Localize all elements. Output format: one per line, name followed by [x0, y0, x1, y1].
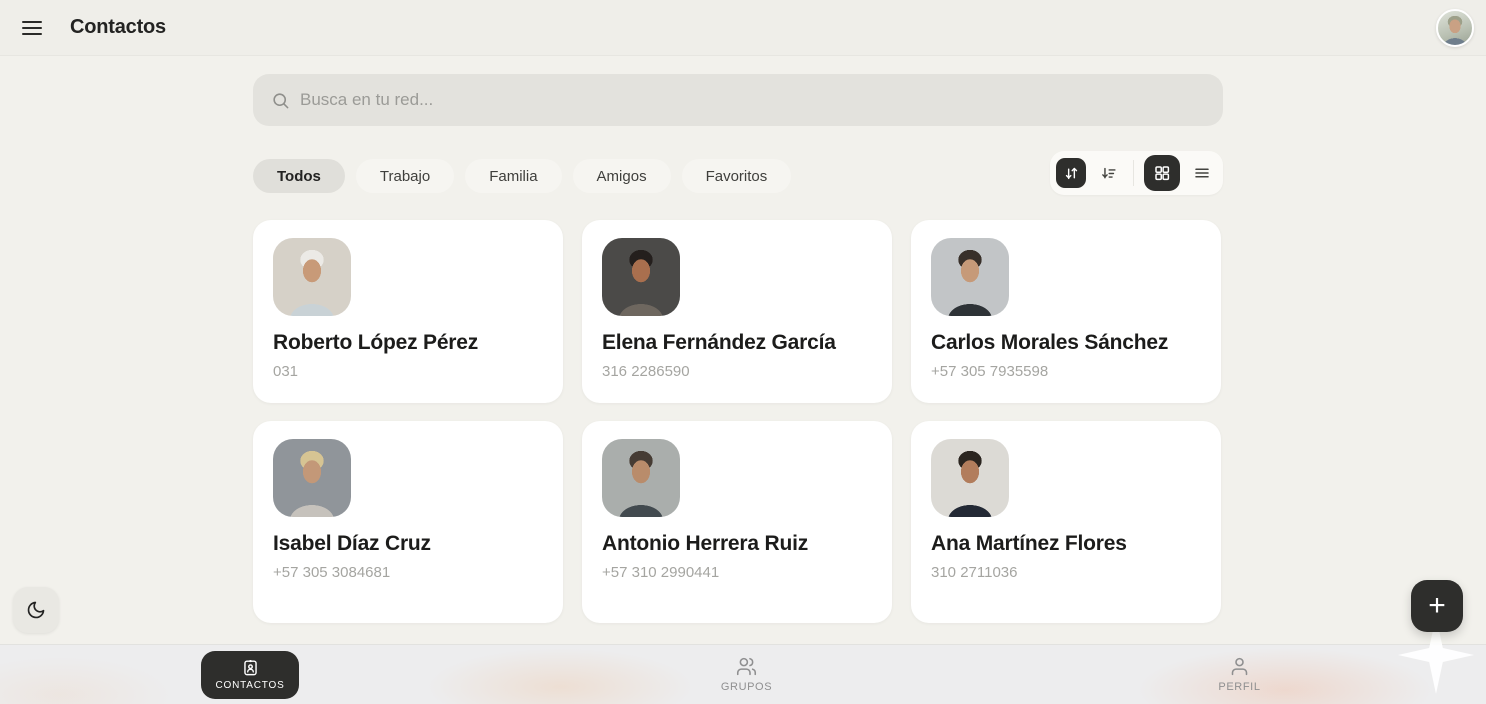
filter-chip-todos[interactable]: Todos [253, 159, 345, 193]
contact-card[interactable]: Ana Martínez Flores 310 2711036 [911, 421, 1221, 623]
moon-icon [26, 600, 46, 620]
contact-photo [602, 238, 680, 316]
page-title: Contactos [70, 16, 166, 39]
contact-card-icon [241, 658, 260, 677]
filter-chip-amigos[interactable]: Amigos [573, 159, 671, 193]
app-header: Contactos [0, 0, 1486, 56]
sort-up-down-icon [1063, 165, 1080, 182]
contact-photo [931, 238, 1009, 316]
nav-item-perfil[interactable]: PERFIL [1194, 656, 1284, 693]
sort-descending-icon [1100, 165, 1117, 182]
contact-name: Ana Martínez Flores [931, 532, 1201, 556]
contact-photo [273, 439, 351, 517]
contact-photo [602, 439, 680, 517]
contact-card[interactable]: Antonio Herrera Ruiz +57 310 2990441 [582, 421, 892, 623]
grid-view-button[interactable] [1144, 155, 1180, 191]
user-avatar[interactable] [1436, 9, 1474, 47]
controls-divider [1133, 160, 1134, 186]
search-icon [271, 91, 290, 110]
filter-row: Todos Trabajo Familia Amigos Favoritos [253, 155, 1223, 197]
contact-card[interactable]: Roberto López Pérez 031 [253, 220, 563, 403]
contact-phone: +57 310 2990441 [602, 564, 872, 581]
nav-label: PERFIL [1218, 681, 1260, 693]
sort-arrows-button[interactable] [1056, 158, 1086, 188]
contacts-grid: Roberto López Pérez 031 Elena Fernández … [253, 220, 1221, 623]
nav-label: CONTACTOS [215, 680, 284, 691]
search-bar[interactable] [253, 74, 1223, 126]
contact-phone: +57 305 3084681 [273, 564, 543, 581]
contact-phone: 316 2286590 [602, 363, 872, 380]
contact-name: Elena Fernández García [602, 331, 872, 355]
nav-item-contactos[interactable]: CONTACTOS [201, 651, 298, 699]
contact-photo [273, 238, 351, 316]
view-controls [1050, 151, 1223, 195]
nav-item-grupos[interactable]: GRUPOS [702, 656, 792, 693]
add-contact-button[interactable]: + [1411, 580, 1463, 632]
contact-phone: +57 305 7935598 [931, 363, 1201, 380]
contact-name: Roberto López Pérez [273, 331, 543, 355]
contact-name: Antonio Herrera Ruiz [602, 532, 872, 556]
contact-phone: 310 2711036 [931, 564, 1201, 581]
contact-card[interactable]: Isabel Díaz Cruz +57 305 3084681 [253, 421, 563, 623]
bottom-navigation: CONTACTOS GRUPOS PERFIL [0, 644, 1486, 704]
filter-chip-favoritos[interactable]: Favoritos [682, 159, 792, 193]
filter-chip-trabajo[interactable]: Trabajo [356, 159, 454, 193]
dark-mode-toggle-button[interactable] [13, 587, 59, 633]
hamburger-menu-icon[interactable] [14, 10, 50, 46]
contact-phone: 031 [273, 363, 543, 380]
contact-name: Isabel Díaz Cruz [273, 532, 543, 556]
sort-descending-button[interactable] [1093, 158, 1123, 188]
nav-label: GRUPOS [721, 681, 772, 693]
contact-name: Carlos Morales Sánchez [931, 331, 1201, 355]
filter-chip-familia[interactable]: Familia [465, 159, 561, 193]
grid-view-icon [1153, 164, 1171, 182]
users-icon [736, 656, 757, 677]
contact-card[interactable]: Elena Fernández García 316 2286590 [582, 220, 892, 403]
search-input[interactable] [300, 90, 1205, 110]
list-view-button[interactable] [1187, 158, 1217, 188]
user-icon [1229, 656, 1250, 677]
list-view-icon [1193, 164, 1211, 182]
contact-photo [931, 439, 1009, 517]
contact-card[interactable]: Carlos Morales Sánchez +57 305 7935598 [911, 220, 1221, 403]
